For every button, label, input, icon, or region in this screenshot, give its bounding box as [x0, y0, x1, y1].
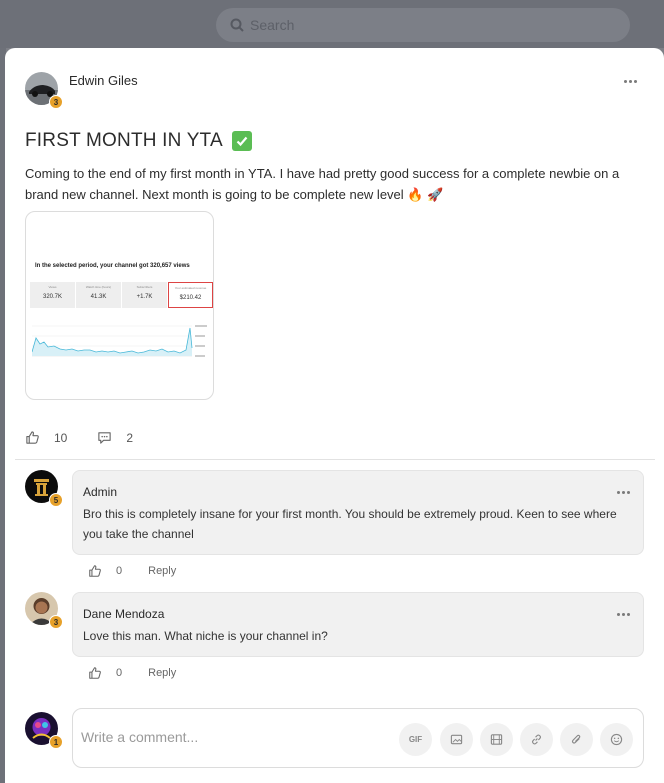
image-line-chart — [32, 325, 207, 357]
search-icon — [230, 18, 244, 32]
level-badge: 3 — [49, 95, 63, 109]
image-stats: Views 320.7K Watch time (hours) 41.3K Su… — [30, 282, 213, 308]
comment-text: Bro this is completely insane for your f… — [83, 507, 617, 541]
comment-avatar-wrap[interactable]: 3 — [25, 592, 63, 629]
thumbs-up-icon[interactable] — [88, 666, 102, 680]
image-heading: In the selected period, your channel got… — [35, 263, 190, 269]
author-avatar-wrap[interactable]: 3 — [25, 72, 63, 109]
author-name[interactable]: Edwin Giles — [69, 73, 138, 88]
comment-placeholder: Write a comment... — [81, 729, 199, 745]
thumbs-up-icon[interactable] — [25, 430, 40, 445]
comment-count: 2 — [126, 430, 134, 445]
comment-author[interactable]: Admin — [83, 485, 117, 499]
comment-actions: 0 Reply — [88, 564, 176, 578]
image-stat-subscribers: Subscribers +1.7K — [122, 282, 167, 308]
image-stat-watch-time: Watch time (hours) 41.3K — [76, 282, 121, 308]
post-image[interactable]: In the selected period, your channel got… — [25, 211, 214, 400]
level-badge: 3 — [49, 615, 63, 629]
attachment-button[interactable] — [560, 723, 593, 756]
comment-bubble: Admin Bro this is completely insane for … — [72, 470, 644, 555]
level-badge: 1 — [49, 735, 63, 749]
image-icon — [450, 734, 463, 745]
post-body: Coming to the end of my first month in Y… — [25, 166, 620, 202]
comment-bubble: Dane Mendoza Love this man. What niche i… — [72, 592, 644, 657]
post-title: FIRST MONTH IN YTA — [25, 130, 252, 152]
reply-button[interactable]: Reply — [148, 565, 176, 577]
gif-button[interactable]: GIF — [399, 723, 432, 756]
video-upload-button[interactable] — [480, 723, 513, 756]
comment-avatar-wrap[interactable]: 5 — [25, 470, 63, 507]
comment-author[interactable]: Dane Mendoza — [83, 607, 164, 621]
comment-like-count: 0 — [116, 667, 123, 679]
comment-more-button[interactable] — [617, 491, 630, 494]
image-upload-button[interactable] — [440, 723, 473, 756]
like-count: 10 — [54, 430, 68, 445]
thumbs-up-icon[interactable] — [88, 564, 102, 578]
comment-icon[interactable] — [97, 430, 112, 445]
reply-button[interactable]: Reply — [148, 667, 176, 679]
post-modal: 3 Edwin Giles FIRST MONTH IN YTA Coming … — [5, 48, 664, 783]
search-placeholder: Search — [250, 17, 295, 33]
link-button[interactable] — [520, 723, 553, 756]
image-stat-revenue: Your estimated revenue $210.42 — [168, 282, 213, 308]
level-badge: 5 — [49, 493, 63, 507]
link-icon — [532, 734, 541, 745]
comment-like-count: 0 — [116, 565, 123, 577]
video-icon — [490, 734, 503, 745]
comment-input[interactable]: Write a comment... GIF — [72, 708, 644, 768]
composer-avatar-wrap[interactable]: 1 — [25, 712, 63, 749]
smiley-icon — [610, 733, 623, 746]
post-more-button[interactable] — [624, 80, 637, 83]
comment-actions: 0 Reply — [88, 666, 176, 680]
comment-text: Love this man. What niche is your channe… — [83, 629, 328, 643]
check-mark-icon — [231, 131, 252, 151]
post-reactions: 10 2 — [25, 430, 133, 445]
divider — [15, 459, 655, 460]
post-header: 3 Edwin Giles — [25, 72, 138, 109]
gif-label: GIF — [408, 735, 423, 744]
comment-more-button[interactable] — [617, 613, 630, 616]
paperclip-icon — [571, 734, 581, 744]
background-search-bar: Search — [216, 8, 630, 42]
background-topbar: Search — [0, 0, 664, 48]
image-stat-views: Views 320.7K — [30, 282, 75, 308]
post-title-text: FIRST MONTH IN YTA — [25, 130, 223, 151]
emoji-button[interactable] — [600, 723, 633, 756]
